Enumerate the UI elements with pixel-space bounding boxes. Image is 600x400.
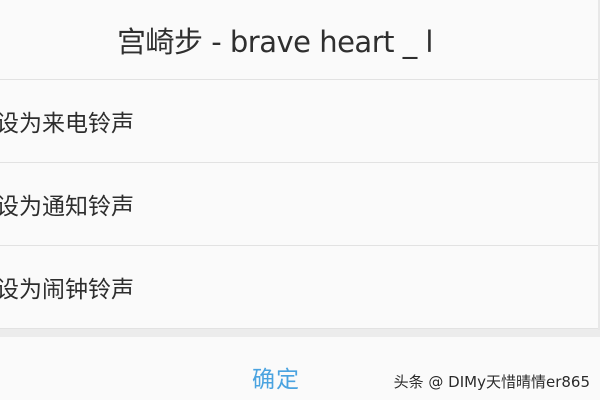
option-set-notification-ringtone[interactable]: 设为通知铃声 bbox=[0, 163, 600, 246]
option-label: 设为来电铃声 bbox=[0, 111, 134, 137]
divider bbox=[0, 329, 600, 337]
option-label: 设为闹钟铃声 bbox=[0, 277, 134, 303]
option-set-alarm-ringtone[interactable]: 设为闹钟铃声 bbox=[0, 246, 600, 329]
ringtone-dialog: 宫崎步 - brave heart _ l 设为来电铃声 设为通知铃声 设为闹钟… bbox=[0, 0, 600, 400]
option-set-call-ringtone[interactable]: 设为来电铃声 bbox=[0, 80, 600, 163]
option-label: 设为通知铃声 bbox=[0, 194, 134, 220]
option-list: 设为来电铃声 设为通知铃声 设为闹钟铃声 bbox=[0, 80, 600, 329]
dialog-title: 宫崎步 - brave heart _ l bbox=[0, 0, 600, 80]
confirm-button[interactable]: 确定 bbox=[236, 359, 316, 395]
watermark-text: 头条 @ ꓓꓲMy天惜晴情er865 bbox=[393, 373, 590, 391]
